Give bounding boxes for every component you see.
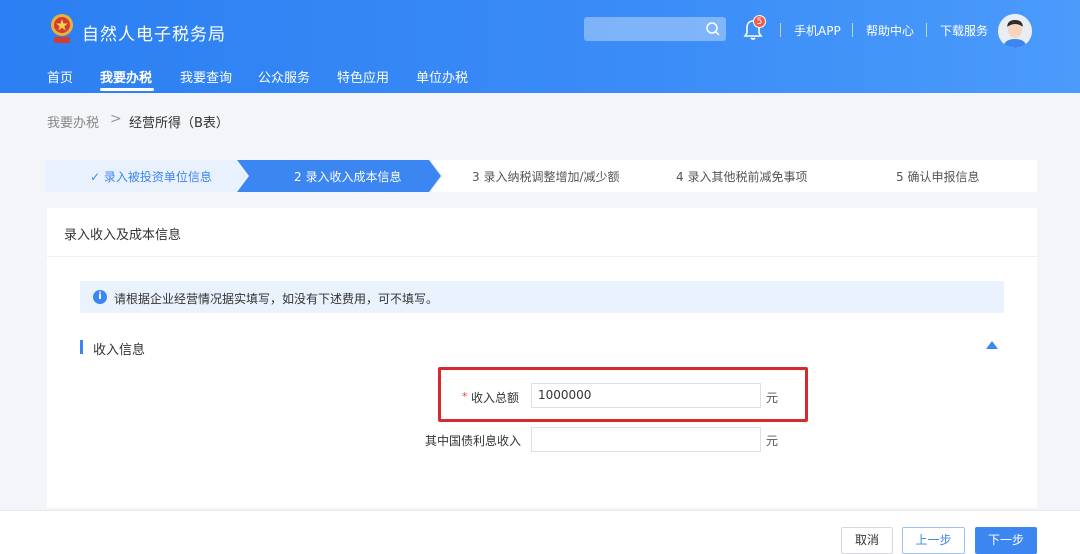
nav-unit-tax[interactable]: 单位办税 <box>416 67 468 86</box>
search-input[interactable] <box>584 17 726 41</box>
notification-badge: 5 <box>753 15 766 28</box>
nav-special-apps[interactable]: 特色应用 <box>337 67 389 86</box>
next-step-button[interactable]: 下一步 <box>975 527 1037 554</box>
bond-interest-input[interactable] <box>531 427 761 452</box>
tax-emblem-icon <box>51 14 73 43</box>
nav-public-service[interactable]: 公众服务 <box>258 67 310 86</box>
info-icon: i <box>93 290 107 304</box>
highlight-box <box>438 367 808 422</box>
app-title: 自然人电子税务局 <box>82 25 226 45</box>
mobile-app-link[interactable]: 手机APP <box>794 22 841 39</box>
help-center-link[interactable]: 帮助中心 <box>866 22 914 39</box>
breadcrumb-separator: > <box>110 111 122 127</box>
collapse-up-icon[interactable] <box>985 340 999 350</box>
header-separator <box>780 23 781 37</box>
step-3[interactable]: 3 录入纳税调整增加/减少额 <box>472 168 620 185</box>
step-4[interactable]: 4 录入其他税前减免事项 <box>676 168 807 185</box>
prev-step-button[interactable]: 上一步 <box>902 527 965 554</box>
section-marker <box>80 340 83 354</box>
card-divider <box>47 256 1037 257</box>
step-2[interactable]: 2 录入收入成本信息 <box>294 168 401 185</box>
bond-interest-unit: 元 <box>766 434 779 448</box>
user-avatar[interactable] <box>998 14 1032 48</box>
header-separator <box>926 23 927 37</box>
avatar-icon <box>998 14 1032 48</box>
step-1[interactable]: ✓ 录入被投资单位信息 <box>90 168 212 185</box>
download-service-link[interactable]: 下载服务 <box>940 22 988 39</box>
bond-interest-label: 其中国债利息收入 <box>425 434 522 448</box>
breadcrumb-parent[interactable]: 我要办税 <box>47 112 99 131</box>
nav-active-indicator <box>100 88 154 91</box>
top-header <box>0 0 1080 93</box>
nav-home[interactable]: 首页 <box>47 67 73 86</box>
card-title: 录入收入及成本信息 <box>64 228 182 243</box>
nav-query[interactable]: 我要查询 <box>180 67 232 86</box>
nav-my-tax[interactable]: 我要办税 <box>100 67 152 86</box>
step-5[interactable]: 5 确认申报信息 <box>896 168 979 185</box>
breadcrumb-current: 经营所得（B表） <box>129 116 229 131</box>
tip-text: 请根据企业经营情况据实填写，如没有下述费用，可不填写。 <box>114 292 439 306</box>
header-separator <box>852 23 853 37</box>
search-icon[interactable] <box>705 21 721 37</box>
section-title: 收入信息 <box>93 343 146 358</box>
cancel-button[interactable]: 取消 <box>841 527 893 554</box>
form-card <box>47 208 1037 508</box>
